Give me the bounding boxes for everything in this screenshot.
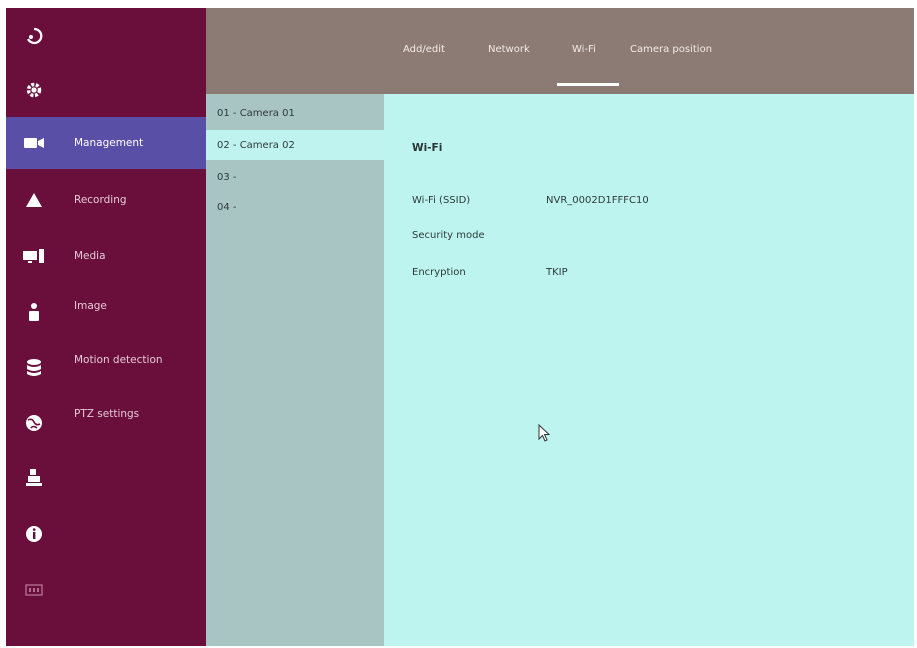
menu-item-label: Image <box>74 300 107 312</box>
menu-item-motion-detection[interactable]: Motion detection <box>62 334 206 386</box>
menu-item-label: PTZ settings <box>74 408 140 420</box>
security-mode-label: Security mode <box>412 230 485 241</box>
network-globe-icon <box>24 413 44 433</box>
rail-item-alert[interactable] <box>6 174 62 226</box>
menu-item-label: Motion detection <box>74 354 163 366</box>
rail-item-storage[interactable] <box>6 342 62 394</box>
camera-list-item-label: 01 - Camera 01 <box>217 107 295 119</box>
menu-item-recording[interactable]: Recording <box>62 174 206 226</box>
rail-item-playback[interactable] <box>6 10 62 62</box>
sub-menu: Management Recording Media Image Motion … <box>62 8 206 646</box>
app-window: Management Recording Media Image Motion … <box>6 8 914 646</box>
camera-icon <box>23 136 45 150</box>
rail-item-system[interactable] <box>6 452 62 504</box>
ssid-value: NVR_0002D1FFFC10 <box>546 195 649 206</box>
rail-item-network[interactable] <box>6 397 62 449</box>
gear-icon <box>24 80 44 100</box>
menu-item-media[interactable]: Media <box>62 230 206 282</box>
tab-network[interactable]: Network <box>488 44 530 58</box>
rail-item-user[interactable] <box>6 286 62 338</box>
rail-item-camera[interactable] <box>6 117 62 169</box>
info-icon <box>25 525 43 543</box>
encryption-label: Encryption <box>412 267 466 278</box>
wifi-settings-panel: Wi-Fi Wi-Fi (SSID) NVR_0002D1FFFC10 Secu… <box>384 94 914 646</box>
printer-icon <box>25 468 43 488</box>
menu-item-management[interactable]: Management <box>62 117 206 169</box>
camera-list-item[interactable]: 03 - <box>206 162 384 192</box>
icon-rail <box>6 8 63 646</box>
camera-list-item[interactable]: 01 - Camera 01 <box>206 98 384 128</box>
tab-add-edit[interactable]: Add/edit <box>403 44 445 58</box>
tab-camera-position[interactable]: Camera position <box>630 44 712 58</box>
active-tab-indicator <box>557 83 619 86</box>
menu-item-image[interactable]: Image <box>62 280 206 332</box>
display-devices-icon <box>22 247 46 265</box>
alert-icon <box>25 192 43 208</box>
tab-bar: Add/edit Network Wi-Fi Camera position <box>206 8 914 94</box>
encryption-value: TKIP <box>546 267 568 278</box>
rail-item-settings[interactable] <box>6 64 62 116</box>
mouse-pointer-icon <box>538 423 551 446</box>
menu-item-ptz-settings[interactable]: PTZ settings <box>62 388 206 440</box>
person-icon <box>26 302 42 322</box>
rail-item-display-devices[interactable] <box>6 230 62 282</box>
camera-list-item-label: 02 - Camera 02 <box>217 139 295 151</box>
rail-item-info[interactable] <box>6 508 62 560</box>
playback-icon <box>24 26 44 46</box>
tab-wifi[interactable]: Wi-Fi <box>572 44 596 58</box>
menu-item-label: Management <box>74 137 144 149</box>
menu-item-label: Recording <box>74 194 127 206</box>
section-title: Wi-Fi <box>412 142 443 154</box>
rail-item-storage-devices[interactable] <box>6 564 62 616</box>
camera-list-item[interactable]: 04 - <box>206 192 384 222</box>
camera-list-item[interactable]: 02 - Camera 02 <box>206 130 384 160</box>
camera-list-item-label: 03 - <box>217 171 237 183</box>
ssid-label: Wi-Fi (SSID) <box>412 195 471 206</box>
camera-list: 01 - Camera 01 02 - Camera 02 03 - 04 - <box>206 94 384 646</box>
storage-icon <box>25 583 43 597</box>
menu-item-label: Media <box>74 250 106 262</box>
database-icon <box>25 358 43 378</box>
camera-list-item-label: 04 - <box>217 201 237 213</box>
